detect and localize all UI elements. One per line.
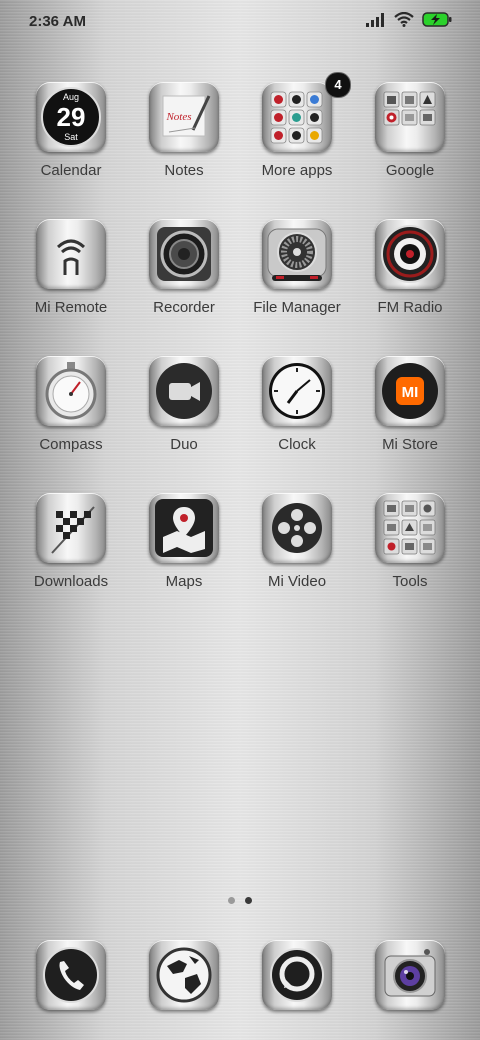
page-indicator — [0, 897, 480, 904]
app-label: Downloads — [33, 573, 109, 590]
app-label: FM Radio — [377, 299, 443, 316]
app-file-manager[interactable]: File Manager — [241, 217, 353, 327]
status-time: 2:36 AM — [29, 13, 86, 30]
app-recorder[interactable]: Recorder — [128, 217, 240, 327]
phone-icon — [36, 940, 106, 1010]
calendar-month: Aug — [63, 92, 79, 102]
remote-icon — [36, 219, 106, 289]
dock-phone[interactable] — [15, 938, 127, 1018]
calendar-icon: Aug 29 Sat — [36, 82, 106, 152]
app-more-apps-folder[interactable]: 4 More apps — [241, 72, 353, 190]
checkered-flag-icon — [36, 493, 106, 563]
app-maps[interactable]: Maps — [128, 491, 240, 601]
app-downloads[interactable]: Downloads — [15, 491, 127, 601]
notes-icon: Notes — [149, 82, 219, 152]
calendar-day: 29 — [57, 102, 86, 132]
app-clock[interactable]: Clock — [241, 354, 353, 464]
page-dot-2[interactable] — [245, 897, 252, 904]
page-dot-1[interactable] — [228, 897, 235, 904]
mi-logo-icon: MI — [375, 356, 445, 426]
app-fm-radio[interactable]: FM Radio — [354, 217, 466, 327]
folder-icon — [262, 82, 332, 152]
app-label: Compass — [39, 436, 103, 453]
calendar-weekday: Sat — [64, 132, 78, 142]
app-duo[interactable]: Duo — [128, 354, 240, 464]
app-label: Mi Store — [382, 436, 438, 453]
film-reel-icon — [262, 493, 332, 563]
mi-logo-text: MI — [402, 384, 419, 401]
app-mi-store[interactable]: MI Mi Store — [354, 354, 466, 464]
app-label: Google — [385, 162, 435, 179]
app-calendar[interactable]: Aug 29 Sat Calendar — [15, 80, 127, 190]
speaker-icon — [149, 219, 219, 289]
notes-script: Notes — [165, 111, 191, 123]
battery-charging-icon — [422, 12, 452, 27]
tools-folder-icon — [375, 493, 445, 563]
dock-browser[interactable] — [128, 938, 240, 1018]
video-camera-icon — [149, 356, 219, 426]
lens-icon — [375, 219, 445, 289]
dock-messages[interactable] — [241, 938, 353, 1018]
app-label: File Manager — [253, 299, 341, 316]
status-bar: 2:36 AM — [0, 0, 480, 44]
app-label: Mi Remote — [34, 299, 108, 316]
app-compass[interactable]: Compass — [15, 354, 127, 464]
app-tools-folder[interactable]: Tools — [354, 491, 466, 601]
camera-icon — [375, 940, 445, 1010]
dock — [0, 938, 480, 1018]
app-mi-video[interactable]: Mi Video — [241, 491, 353, 601]
map-pin-icon — [149, 493, 219, 563]
stopwatch-icon — [36, 356, 106, 426]
app-label: Tools — [392, 573, 428, 590]
notification-badge: 4 — [325, 72, 351, 98]
app-label: Notes — [164, 162, 204, 179]
app-label: Recorder — [153, 299, 215, 316]
app-label: Mi Video — [267, 573, 327, 590]
app-google-folder[interactable]: Google — [354, 80, 466, 190]
app-notes[interactable]: Notes Notes — [128, 80, 240, 190]
wifi-icon — [394, 12, 414, 27]
google-folder-icon — [375, 82, 445, 152]
app-label: Clock — [278, 436, 316, 453]
message-icon — [262, 940, 332, 1010]
signal-icon — [366, 12, 384, 27]
clock-icon — [262, 356, 332, 426]
turbine-icon — [262, 219, 332, 289]
app-label: More apps — [261, 162, 333, 179]
globe-icon — [149, 940, 219, 1010]
status-icons — [366, 12, 452, 27]
app-label: Duo — [170, 436, 198, 453]
app-label: Maps — [165, 573, 203, 590]
dock-camera[interactable] — [354, 938, 466, 1018]
app-label: Calendar — [40, 162, 102, 179]
app-mi-remote[interactable]: Mi Remote — [15, 217, 127, 327]
